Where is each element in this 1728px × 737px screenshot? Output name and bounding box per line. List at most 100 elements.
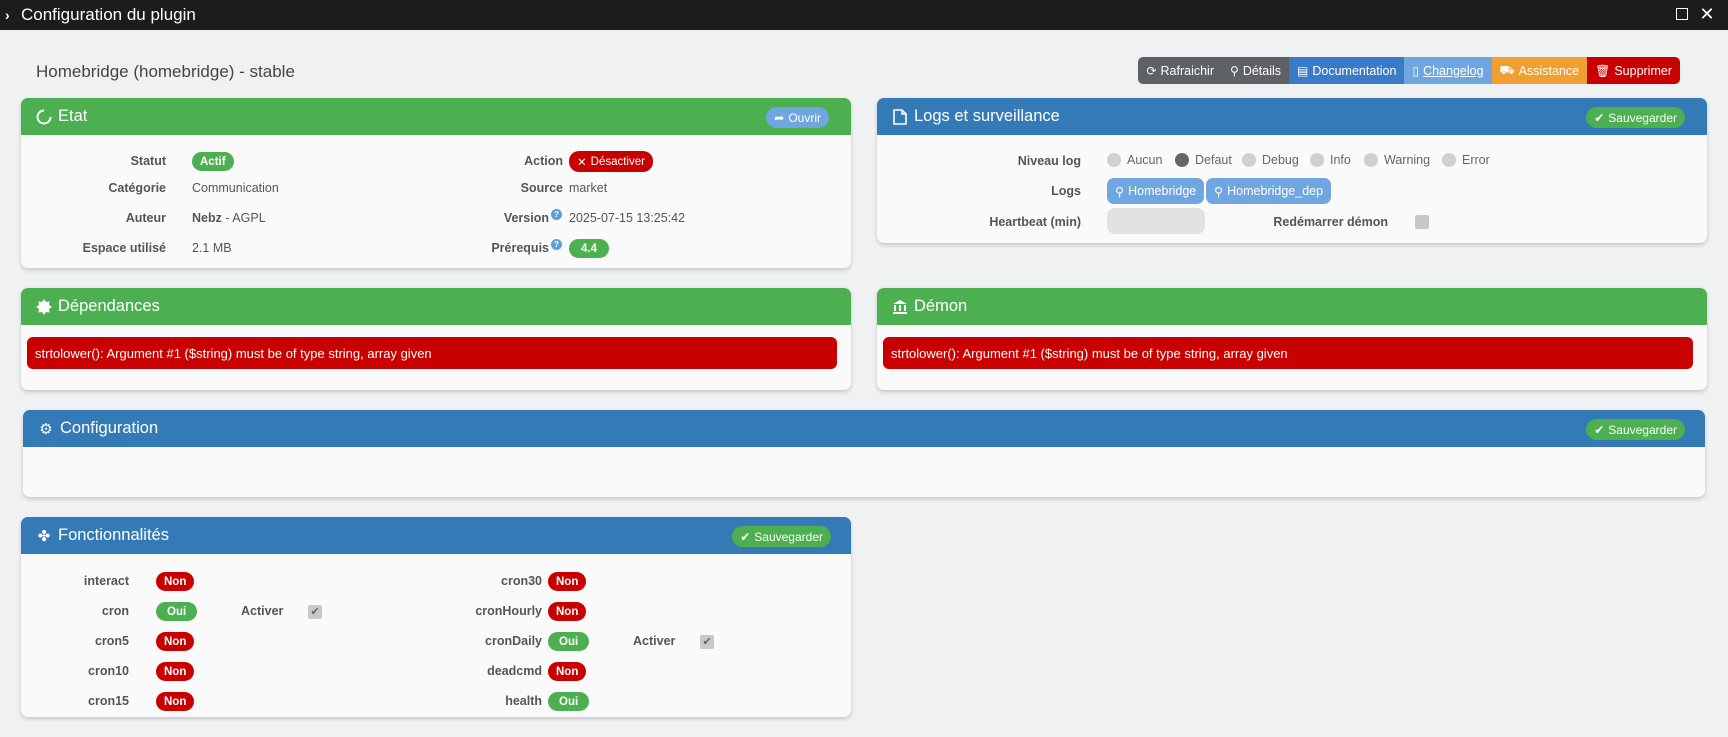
etat-panel: Etat ➦ Ouvrir Statut Actif Catégorie Comm…	[21, 98, 851, 268]
action-label: Action	[524, 154, 563, 168]
level-aucun-radio[interactable]: Aucun	[1107, 153, 1162, 167]
version-help-icon[interactable]: ?	[551, 209, 562, 220]
dependances-panel: Dépendances strtolower(): Argument #1 ($…	[21, 288, 851, 390]
configuration-header: ⚙ Configuration ✔ Sauvegarder	[23, 410, 1705, 447]
file-icon: ▯	[1412, 63, 1420, 78]
auteur-license: - AGPL	[221, 211, 266, 225]
categorie-value: Communication	[192, 181, 279, 195]
demon-panel: Démon strtolower(): Argument #1 ($string…	[877, 288, 1707, 390]
etat-title: Etat	[58, 107, 88, 125]
version-value: 2025-07-15 13:25:42	[569, 211, 686, 225]
espace-label: Espace utilisé	[82, 241, 166, 255]
version-label: Version	[503, 211, 549, 225]
level-aucun-label: Aucun	[1127, 153, 1163, 167]
log-homebridge-label: Homebridge	[1128, 184, 1197, 198]
auteur-value: Nebz - AGPL	[192, 211, 266, 225]
desactiver-label: Désactiver	[590, 155, 645, 168]
details-button[interactable]: ⚲ Détails	[1222, 57, 1290, 84]
radio-dot	[1107, 153, 1121, 167]
feature-cron-activer-label: Activer	[241, 604, 284, 618]
feature-cron-activer-checkbox[interactable]: ✔	[308, 605, 322, 619]
logs-save-button[interactable]: ✔ Sauvegarder	[1586, 107, 1685, 128]
check-circle-icon: ✔	[1594, 110, 1605, 125]
source-label: Source	[520, 181, 563, 195]
open-button[interactable]: ➦ Ouvrir	[766, 107, 829, 128]
feature-crondaily-activer-checkbox[interactable]: ✔	[700, 635, 714, 649]
feature-cron15-label: cron15	[88, 694, 129, 708]
delete-button[interactable]: 🗑 Supprimer	[1587, 57, 1680, 84]
documentation-button[interactable]: ▤ Documentation	[1289, 57, 1405, 84]
certificate-icon	[35, 298, 53, 316]
heartbeat-input[interactable]	[1107, 208, 1205, 234]
refresh-button[interactable]: ⟳ Rafraichir	[1138, 57, 1223, 84]
auteur-name[interactable]: Nebz	[192, 211, 222, 225]
details-label: Détails	[1242, 63, 1282, 78]
check-circle-icon: ✔	[1594, 422, 1605, 437]
assistance-label: Assistance	[1518, 63, 1580, 78]
feature-interact-label: interact	[83, 574, 129, 588]
feature-health-badge: Oui	[548, 692, 590, 711]
check-circle-icon: ✔	[740, 529, 751, 544]
demon-title: Démon	[914, 297, 968, 315]
feature-cron30-label: cron30	[501, 574, 542, 588]
logs-title: Logs et surveillance	[914, 107, 1060, 125]
radio-dot	[1442, 153, 1456, 167]
espace-value: 2.1 MB	[192, 241, 232, 255]
configuration-save-button[interactable]: ✔ Sauvegarder	[1586, 419, 1685, 440]
level-debug-label: Debug	[1262, 153, 1299, 167]
refresh-label: Rafraichir	[1160, 63, 1215, 78]
refresh-icon: ⟳	[1146, 63, 1157, 78]
niveau-log-label: Niveau log	[1017, 154, 1081, 168]
etat-header: Etat ➦ Ouvrir	[21, 98, 851, 135]
logs-panel: Logs et surveillance ✔ Sauvegarder Niveau…	[877, 98, 1707, 243]
configuration-title: Configuration	[60, 419, 159, 437]
feature-cronhourly-badge: Non	[548, 602, 587, 621]
feature-cron15-badge: Non	[156, 692, 195, 711]
configuration-panel: ⚙ Configuration ✔ Sauvegarder	[23, 410, 1705, 497]
auteur-label: Auteur	[125, 211, 166, 225]
configuration-save-label: Sauvegarder	[1608, 422, 1677, 437]
log-homebridge-button[interactable]: ⚲ Homebridge	[1107, 178, 1205, 204]
window-title: Configuration du plugin	[21, 5, 196, 24]
log-homebridge-dep-button[interactable]: ⚲ Homebridge_dep	[1206, 178, 1332, 204]
radio-dot-selected	[1175, 153, 1189, 167]
dependances-error-alert: strtolower(): Argument #1 ($string) must…	[27, 337, 837, 369]
fonctionnalites-save-label: Sauvegarder	[754, 529, 823, 544]
share-icon: ➦	[774, 110, 785, 125]
feature-cron5-badge: Non	[156, 632, 195, 651]
close-icon[interactable]: ✕	[1699, 5, 1715, 23]
assistance-button[interactable]: ⛟ Assistance	[1491, 57, 1588, 84]
logs-label: Logs	[1051, 184, 1081, 198]
maximize-icon[interactable]	[1674, 6, 1690, 22]
level-debug-radio[interactable]: Debug	[1242, 153, 1299, 167]
feature-cron-label: cron	[101, 604, 129, 618]
level-info-radio[interactable]: Info	[1310, 153, 1351, 167]
level-error-radio[interactable]: Error	[1442, 153, 1490, 167]
fonctionnalites-panel: ✤ Fonctionnalités ✔ Sauvegarder interact …	[21, 517, 851, 717]
fonctionnalites-save-button[interactable]: ✔ Sauvegarder	[732, 526, 831, 547]
plugin-toolbar: ⟳ Rafraichir ⚲ Détails ▤ Documentation ▯ Cha…	[1138, 57, 1680, 84]
level-defaut-label: Defaut	[1195, 153, 1232, 167]
prerequis-help-icon[interactable]: ?	[551, 239, 562, 250]
level-warning-radio[interactable]: Warning	[1364, 153, 1430, 167]
heartbeat-label: Heartbeat (min)	[989, 215, 1081, 229]
feature-deadcmd-badge: Non	[548, 662, 587, 681]
level-info-label: Info	[1330, 153, 1351, 167]
prerequis-label: Prérequis	[491, 241, 549, 255]
cogs-icon: ⚙	[39, 420, 53, 438]
dependances-header: Dépendances	[21, 288, 851, 325]
changelog-button[interactable]: ▯ Changelog	[1404, 57, 1492, 84]
statut-label: Statut	[130, 154, 166, 168]
chevron-right-icon[interactable]: ›	[5, 7, 19, 23]
paperclip-icon: ⚲	[1115, 184, 1125, 199]
feature-crondaily-label: cronDaily	[485, 634, 542, 648]
restart-daemon-label: Redémarrer démon	[1273, 215, 1388, 229]
feature-cron10-badge: Non	[156, 662, 195, 681]
plugin-title: Homebridge (homebridge) - stable	[36, 62, 295, 81]
level-defaut-radio[interactable]: Defaut	[1175, 153, 1232, 167]
feature-cron-badge: Oui	[156, 602, 198, 621]
statut-badge: Actif	[192, 152, 234, 171]
restart-daemon-checkbox[interactable]	[1415, 215, 1429, 229]
desactiver-button[interactable]: ✕ Désactiver	[569, 151, 653, 172]
level-error-label: Error	[1462, 153, 1490, 167]
